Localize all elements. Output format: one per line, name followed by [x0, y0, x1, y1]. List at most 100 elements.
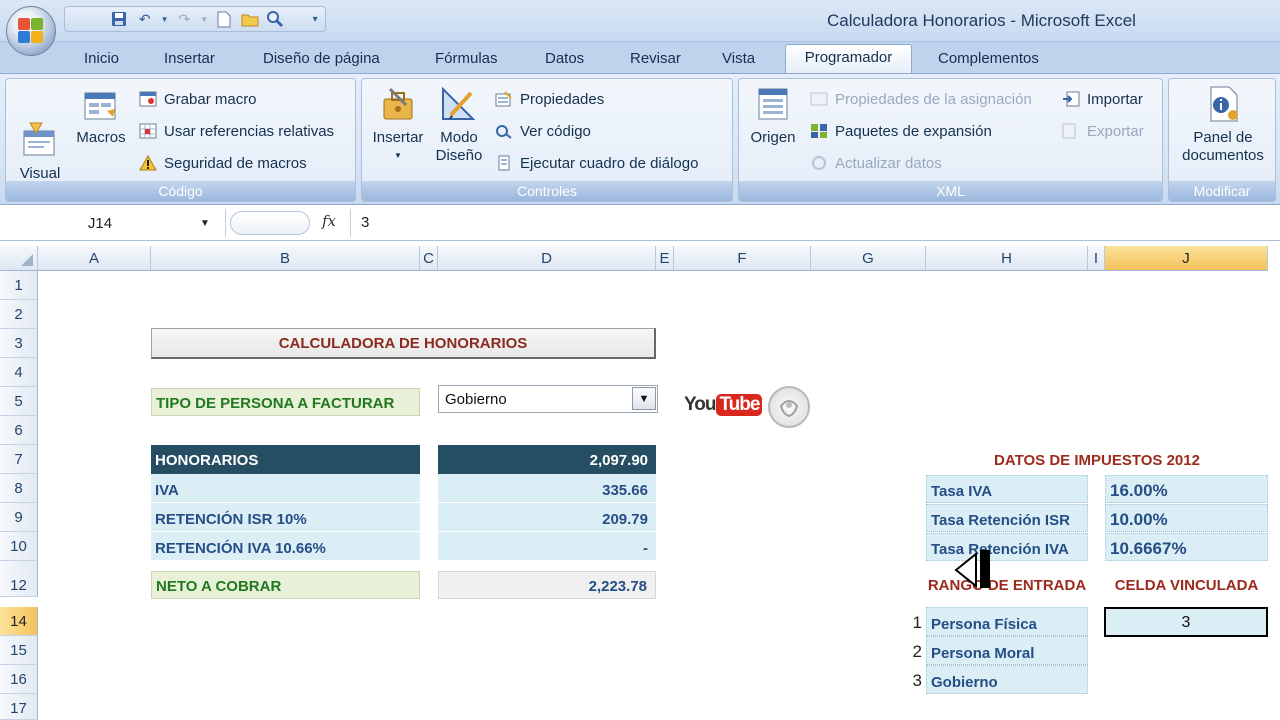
tasa-retencion-isr-label: Tasa Retención ISR	[926, 504, 1088, 532]
row-header-5[interactable]: 5	[0, 387, 38, 416]
view-code-icon	[494, 122, 514, 140]
quick-access-toolbar: ↶ ▼ ↷ ▼ ▾	[64, 6, 326, 32]
macro-security-button[interactable]: Seguridad de macros	[138, 151, 307, 175]
row-header-14[interactable]: 14	[0, 607, 38, 636]
row-header-12[interactable]: 12	[0, 561, 38, 597]
map-properties-icon	[809, 90, 829, 108]
retencion-isr-label: RETENCIÓN ISR 10%	[151, 503, 420, 532]
group-codigo: Visual Basic Macros Grabar macro Usar re…	[5, 78, 356, 202]
column-header-g[interactable]: G	[811, 246, 926, 271]
import-button[interactable]: Importar	[1061, 87, 1143, 111]
map-properties-button[interactable]: Propiedades de la asignación	[809, 87, 1032, 111]
row-header-6[interactable]: 6	[0, 416, 38, 445]
column-header-a[interactable]: A	[38, 246, 151, 271]
warning-icon	[138, 154, 158, 172]
xml-source-button[interactable]: Origen	[743, 85, 803, 147]
macros-icon	[81, 85, 121, 125]
youtube-logo[interactable]: You Tube	[684, 394, 763, 416]
office-button[interactable]	[6, 6, 56, 56]
document-panel-button[interactable]: Panel de documentos	[1171, 85, 1275, 165]
record-macro-button[interactable]: Grabar macro	[138, 87, 257, 111]
expansion-packs-button[interactable]: Paquetes de expansión	[809, 119, 992, 143]
insert-control-button[interactable]: Insertar ▼	[368, 85, 428, 165]
row-header-3[interactable]: 3	[0, 329, 38, 358]
row-header-10[interactable]: 10	[0, 532, 38, 561]
tab-vista[interactable]: Vista	[722, 48, 755, 74]
row-header-2[interactable]: 2	[0, 300, 38, 329]
column-header-j[interactable]: J	[1105, 246, 1268, 271]
select-all-corner[interactable]	[0, 246, 38, 271]
formula-controls: fx	[230, 209, 348, 237]
neto-value: 2,223.78	[438, 571, 656, 599]
linked-cell-j14[interactable]: 3	[1104, 607, 1268, 637]
ribbon-tabs: Inicio Insertar Diseño de página Fórmula…	[0, 42, 1280, 76]
group-label-controles: Controles	[362, 181, 732, 201]
tab-insertar[interactable]: Insertar	[164, 48, 215, 74]
row-header-17[interactable]: 17	[0, 694, 38, 720]
round-seal-icon[interactable]	[768, 386, 810, 428]
retencion-isr-value: 209.79	[438, 503, 656, 532]
name-box[interactable]: J14 ▼	[0, 209, 226, 237]
honorarios-label: HONORARIOS	[151, 445, 420, 474]
name-box-dropdown-icon[interactable]: ▼	[200, 218, 210, 229]
insert-function-icon[interactable]: fx	[322, 212, 336, 230]
tab-revisar[interactable]: Revisar	[630, 48, 681, 74]
option-index-2: 2	[912, 642, 922, 661]
linked-cell-label: CELDA VINCULADA	[1114, 577, 1259, 594]
formula-input[interactable]: 3	[350, 209, 1278, 237]
properties-button[interactable]: Propiedades	[494, 87, 604, 111]
print-preview-icon[interactable]	[266, 9, 286, 29]
combobox-dropdown-icon[interactable]: ▼	[632, 387, 656, 410]
open-folder-icon[interactable]	[240, 9, 260, 29]
view-code-button[interactable]: Ver código	[494, 119, 591, 143]
run-dialog-button[interactable]: Ejecutar cuadro de diálogo	[494, 151, 698, 175]
new-document-icon[interactable]	[214, 9, 234, 29]
column-header-i[interactable]: I	[1088, 246, 1105, 271]
save-icon[interactable]	[109, 9, 129, 29]
row-header-8[interactable]: 8	[0, 474, 38, 503]
macros-button[interactable]: Macros	[72, 85, 130, 147]
tasa-iva-label: Tasa IVA	[926, 475, 1088, 503]
customize-toolbar-icon[interactable]: ▾	[305, 9, 325, 29]
refresh-data-button[interactable]: Actualizar datos	[809, 151, 942, 175]
formula-expander[interactable]	[230, 211, 310, 235]
tab-programador[interactable]: Programador	[785, 44, 912, 76]
tab-datos[interactable]: Datos	[545, 48, 584, 74]
relative-references-button[interactable]: Usar referencias relativas	[138, 119, 334, 143]
column-header-e[interactable]: E	[656, 246, 674, 271]
neto-label: NETO A COBRAR	[151, 571, 420, 599]
export-button[interactable]: Exportar	[1061, 119, 1144, 143]
import-icon	[1061, 90, 1081, 108]
group-label-codigo: Código	[6, 181, 355, 201]
row-header-9[interactable]: 9	[0, 503, 38, 532]
ribbon: Visual Basic Macros Grabar macro Usar re…	[0, 73, 1280, 205]
tax-data-title: DATOS DE IMPUESTOS 2012	[994, 452, 1200, 469]
option-persona-moral: Persona Moral	[926, 636, 1088, 665]
person-type-combobox[interactable]: Gobierno ▼	[438, 385, 658, 413]
honorarios-value[interactable]: 2,097.90	[438, 445, 656, 474]
tab-diseno-pagina[interactable]: Diseño de página	[263, 48, 380, 74]
group-modificar: Panel de documentos Modificar	[1168, 78, 1276, 202]
redo-dropdown-icon[interactable]: ▼	[200, 9, 208, 29]
tab-formulas[interactable]: Fórmulas	[435, 48, 498, 74]
tab-complementos[interactable]: Complementos	[938, 48, 1039, 74]
row-header-7[interactable]: 7	[0, 445, 38, 474]
row-header-15[interactable]: 15	[0, 636, 38, 665]
tab-inicio[interactable]: Inicio	[84, 48, 119, 74]
input-range-label: RANGO DE ENTRADA	[927, 577, 1087, 594]
column-header-b[interactable]: B	[151, 246, 420, 271]
row-header-1[interactable]: 1	[0, 271, 38, 300]
undo-icon[interactable]: ↶	[135, 9, 155, 29]
column-header-f[interactable]: F	[674, 246, 811, 271]
column-header-h[interactable]: H	[926, 246, 1088, 271]
column-header-d[interactable]: D	[438, 246, 656, 271]
column-header-c[interactable]: C	[420, 246, 438, 271]
redo-icon[interactable]: ↷	[175, 9, 195, 29]
row-header-16[interactable]: 16	[0, 665, 38, 694]
design-mode-button[interactable]: Modo Diseño	[428, 85, 490, 165]
undo-dropdown-icon[interactable]: ▼	[161, 9, 169, 29]
row-header-4[interactable]: 4	[0, 358, 38, 387]
calculator-title: CALCULADORA DE HONORARIOS	[151, 328, 656, 359]
iva-value: 335.66	[438, 474, 656, 503]
group-controles: Insertar ▼ Modo Diseño Propiedades Ver c…	[361, 78, 733, 202]
